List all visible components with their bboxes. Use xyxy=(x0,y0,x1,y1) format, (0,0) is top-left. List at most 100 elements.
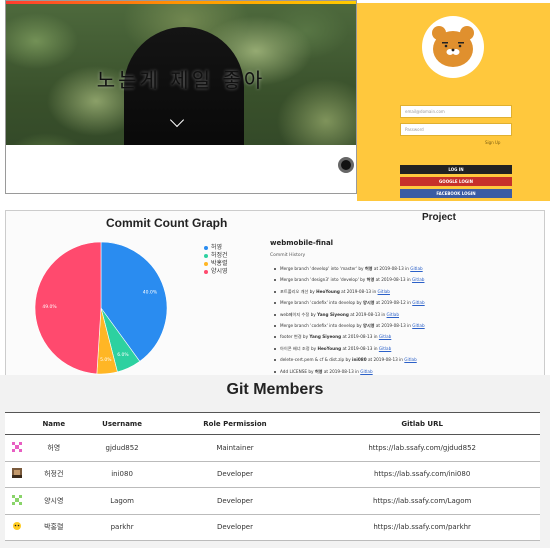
table-row: 허정건 ini080 Developer https://lab.ssafy.c… xyxy=(5,461,540,488)
members-title: Git Members xyxy=(226,381,324,398)
emoji-avatar-yellow-icon xyxy=(13,522,21,531)
commit-item: Merge branch 'codefix' into develop by 양… xyxy=(274,297,542,308)
member-role: Developer xyxy=(165,461,305,488)
commit-item: 포트폴리오 개선 by HeoYoung at 2019-08-13 in Gi… xyxy=(274,286,542,297)
legend-label: 박홍렬 xyxy=(211,260,228,267)
commit-author: 허영 xyxy=(314,368,323,374)
pixel-avatar-pink-icon xyxy=(12,441,22,452)
member-username: ini080 xyxy=(78,461,166,488)
bullet-icon xyxy=(274,313,276,316)
member-gitlab-url[interactable]: https://lab.ssafy.com/gjdud852 xyxy=(304,434,540,462)
commit-gitlab-link[interactable]: Gitlab xyxy=(404,357,416,362)
pie-slice-label: 40.0% xyxy=(143,290,158,296)
commit-item: Merge branch 'develop' into 'master' by … xyxy=(274,263,542,274)
commit-message: Merge branch 'design3' into 'develop' by xyxy=(280,277,367,283)
pie-slice-label: 5.0% xyxy=(100,357,112,363)
member-gitlab-url[interactable]: https://lab.ssafy.com/parkhr xyxy=(304,514,540,541)
legend-item[interactable]: 허정건 xyxy=(204,252,228,260)
legend-item[interactable]: 양시영 xyxy=(204,268,228,276)
commit-author: Yang Siyeong xyxy=(309,334,342,340)
commit-date: at 2019-08-13 in xyxy=(322,368,361,374)
hero-bottom-bar xyxy=(6,145,356,193)
bullet-icon xyxy=(274,268,276,270)
table-row: 허영 gjdud852 Maintainer https://lab.ssafy… xyxy=(5,434,540,462)
google-login-button[interactable]: GOOGLE LOGIN xyxy=(400,177,512,186)
legend-item[interactable]: 허영 xyxy=(204,244,228,252)
commit-date: at 2019-08-13 in xyxy=(374,322,413,328)
commit-date: at 2019-08-13 in xyxy=(341,345,379,351)
login-button[interactable]: LOG IN xyxy=(400,165,512,174)
commit-author: 허영 xyxy=(364,266,373,271)
avatar-cell xyxy=(5,514,29,541)
commit-date: at 2019-08-13 in xyxy=(372,266,411,271)
legend-color-dot xyxy=(204,246,208,250)
commit-message: delete-cert.pem & cf & dist.zip by xyxy=(280,357,353,363)
member-name: 허영 xyxy=(29,434,79,462)
commit-gitlab-link[interactable]: Gitlab xyxy=(410,266,422,271)
member-gitlab-url[interactable]: https://lab.ssafy.com/ini080 xyxy=(304,461,540,488)
bullet-icon xyxy=(274,359,276,362)
commit-author: 양시영 xyxy=(362,322,375,328)
members-table: Name Username Role Permission Gitlab URL… xyxy=(5,412,540,541)
commit-gitlab-link[interactable]: Gitlab xyxy=(379,346,391,351)
commit-item: Merge branch 'design3' into 'develop' by… xyxy=(274,274,542,285)
signup-link[interactable]: Sign Up xyxy=(485,140,500,145)
bullet-icon xyxy=(274,370,276,373)
header-username: Username xyxy=(78,412,166,435)
email-field[interactable]: email@domain.com xyxy=(400,105,512,118)
project-heading: Project xyxy=(422,212,456,223)
photo-avatar-brown-icon xyxy=(12,468,22,479)
avatar-cell xyxy=(5,461,29,488)
password-field[interactable]: Password xyxy=(400,123,512,136)
login-panel: email@domain.com Password Sign Up LOG IN… xyxy=(357,3,550,201)
member-username: Lagom xyxy=(78,487,166,515)
commit-date: at 2019-08-13 in xyxy=(341,334,379,340)
legend-color-dot xyxy=(204,262,208,266)
member-role: Developer xyxy=(165,514,305,541)
member-username: gjdud852 xyxy=(78,434,166,462)
commit-date: at 2019-08-13 in xyxy=(366,357,405,363)
pie-legend: 허영 허정건 박홍렬 양시영 xyxy=(204,244,228,276)
commit-graph-title: Commit Count Graph xyxy=(106,216,228,230)
hero-title: 노는게 제일 좋아 xyxy=(96,68,266,92)
commit-message: footer 변경 by xyxy=(280,334,310,340)
member-name: 허정건 xyxy=(29,461,79,488)
commit-message: Merge branch 'develop' into 'master' by xyxy=(280,266,365,271)
commit-gitlab-link[interactable]: Gitlab xyxy=(378,289,390,294)
commit-gitlab-link[interactable]: Gitlab xyxy=(379,334,391,339)
commit-gitlab-link[interactable]: Gitlab xyxy=(360,369,372,374)
legend-label: 허정건 xyxy=(211,252,228,259)
commit-gitlab-link[interactable]: Gitlab xyxy=(412,300,424,305)
commit-gitlab-link[interactable]: Gitlab xyxy=(412,277,424,282)
legend-item[interactable]: 박홍렬 xyxy=(204,260,228,268)
member-name: 양시영 xyxy=(29,487,79,515)
hero-banner: 노는게 제일 좋아 xyxy=(5,0,357,194)
header-name: Name xyxy=(29,412,79,435)
commit-item: footer 변경 by Yang Siyeong at 2019-08-13 … xyxy=(274,331,542,342)
member-role: Developer xyxy=(165,487,305,515)
commit-item: 아이콘 배너 조정 by HeoYoung at 2019-08-13 in G… xyxy=(274,343,542,354)
member-gitlab-url[interactable]: https://lab.ssafy.com/Lagom xyxy=(304,487,540,515)
commit-message: Merge branch 'codefix' into develop by xyxy=(280,322,363,328)
commit-message: 포트폴리오 개선 by xyxy=(280,288,317,294)
commit-author: HeoYoung xyxy=(316,288,340,294)
facebook-login-button[interactable]: FACEBOOK LOGIN xyxy=(400,189,512,198)
avatar-cell xyxy=(5,434,29,462)
header-avatar xyxy=(5,412,29,435)
legend-color-dot xyxy=(204,254,208,258)
legend-label: 양시영 xyxy=(211,268,228,275)
commit-history-label: Commit History xyxy=(270,253,306,258)
commit-item: delete-cert.pem & cf & dist.zip by ini08… xyxy=(274,354,542,365)
commit-item: Merge branch 'codefix' into develop by 양… xyxy=(274,320,542,331)
member-name: 박홍렬 xyxy=(29,514,79,541)
login-avatar xyxy=(422,16,484,78)
floating-circle-button[interactable] xyxy=(338,157,354,173)
commit-message: Merge branch 'codefix' into develop by xyxy=(280,300,363,306)
header-gitlab-url: Gitlab URL xyxy=(304,412,540,435)
commit-gitlab-link[interactable]: Gitlab xyxy=(387,312,399,317)
commit-gitlab-link[interactable]: Gitlab xyxy=(412,323,424,328)
member-role: Maintainer xyxy=(165,434,305,462)
commit-item: web페이지 수정 by Yang Siyeong at 2019-08-13 … xyxy=(274,309,542,320)
hero-top-strip xyxy=(6,1,356,4)
pie-slice-label: 6.0% xyxy=(117,352,129,358)
